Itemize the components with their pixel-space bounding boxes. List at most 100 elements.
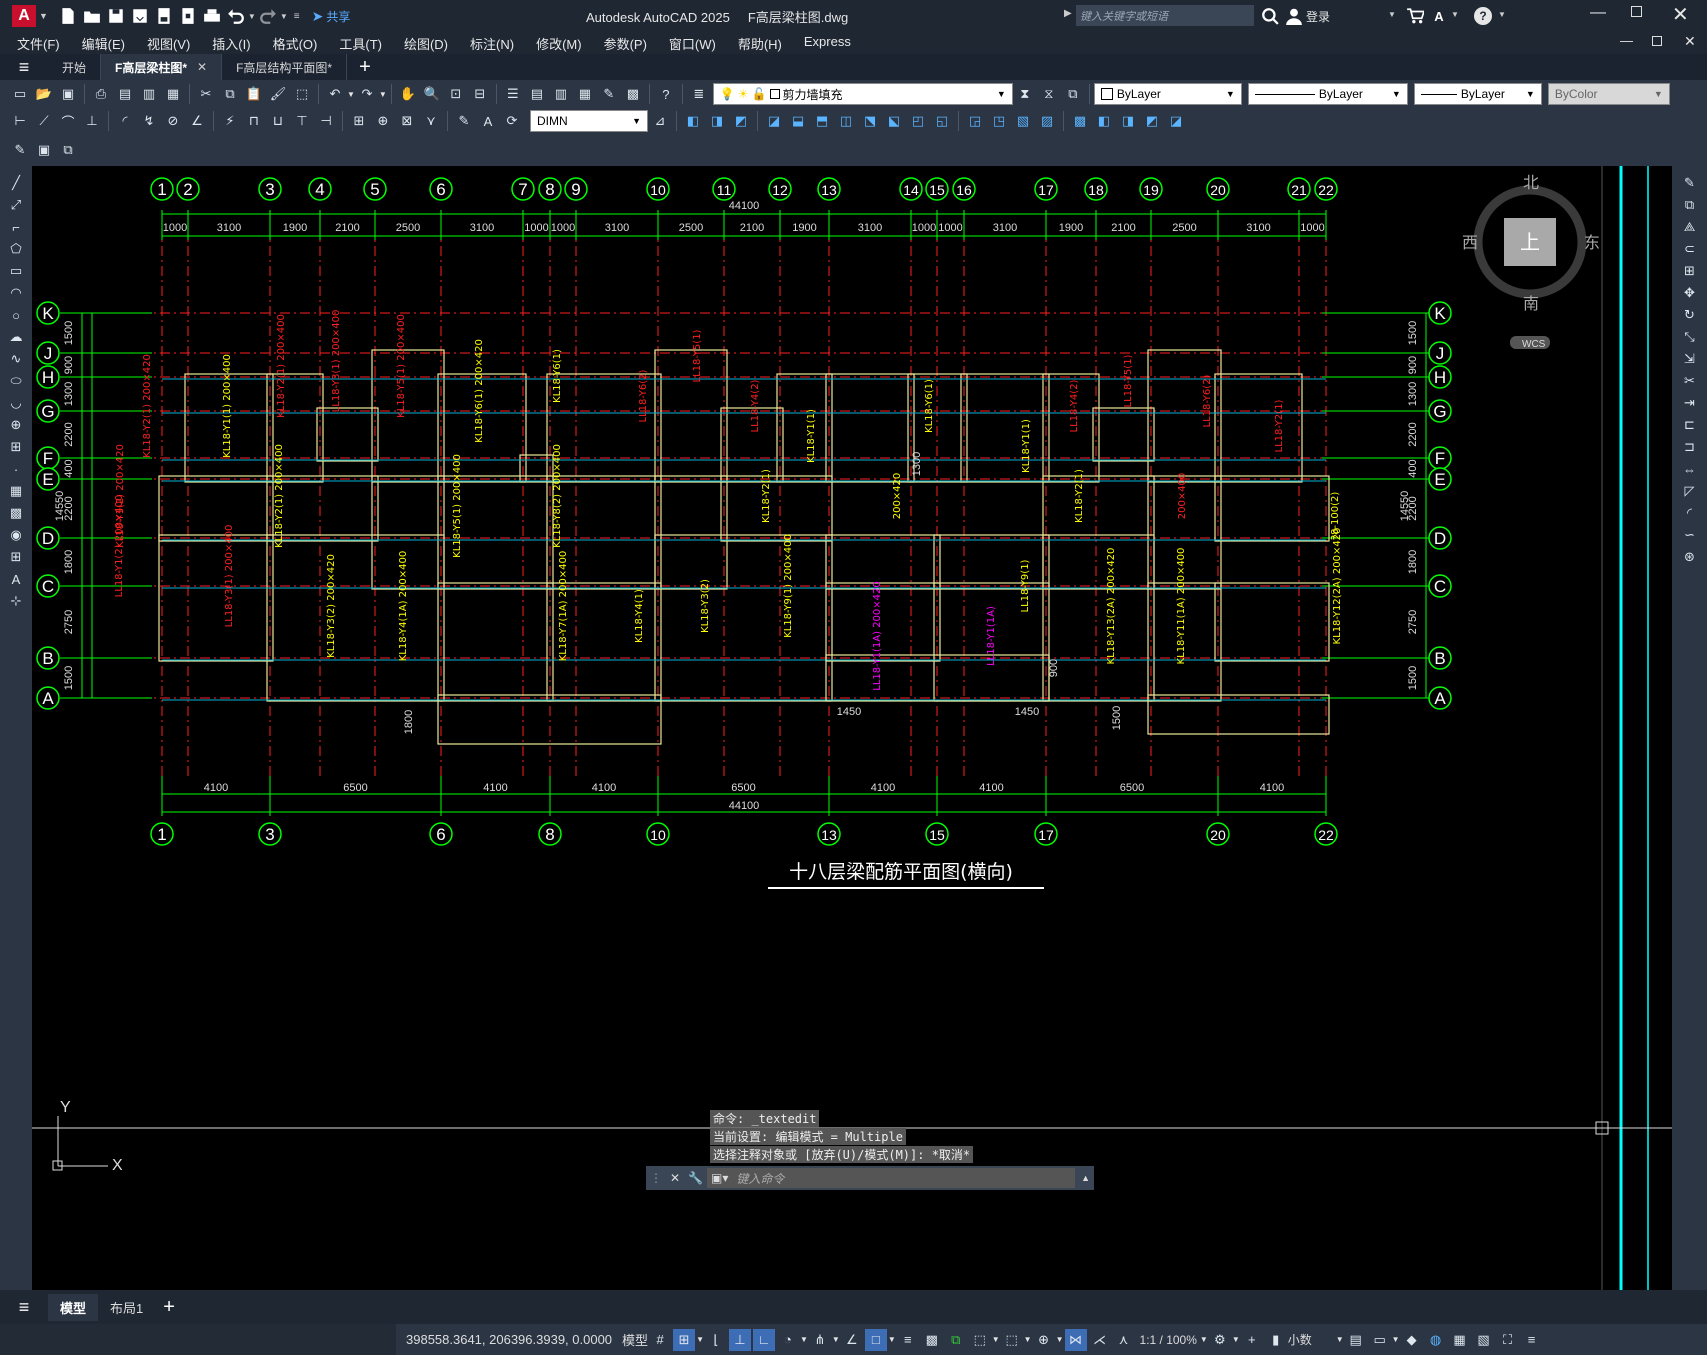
sheet-set-icon[interactable]: ▦ bbox=[574, 83, 596, 105]
cube-6-icon[interactable]: ⬒ bbox=[811, 110, 833, 132]
angular-dim-icon[interactable]: ∠ bbox=[186, 110, 208, 132]
qnew-icon[interactable]: ▭ bbox=[9, 83, 31, 105]
clean-screen-icon[interactable]: ▦ bbox=[1449, 1329, 1471, 1351]
annotation-visibility-icon[interactable]: ⋈ bbox=[1064, 1328, 1087, 1351]
snap-icon[interactable]: ⊞ bbox=[673, 1328, 696, 1351]
autodesk-app-icon[interactable]: A bbox=[1428, 5, 1450, 27]
open-folder-icon[interactable] bbox=[81, 5, 103, 27]
radius-dim-icon[interactable]: ◜ bbox=[114, 110, 136, 132]
redo-icon[interactable] bbox=[257, 5, 279, 27]
help-dropdown-icon[interactable]: ▼ bbox=[1498, 10, 1506, 19]
polar-icon[interactable]: ◔ bbox=[777, 1329, 799, 1351]
selection-cycling-icon[interactable]: ⧉ bbox=[945, 1329, 967, 1351]
isodraft-icon[interactable]: ⋔ bbox=[809, 1329, 831, 1351]
region-icon[interactable]: ◉ bbox=[5, 524, 27, 546]
continue-dim-icon[interactable]: ⊔ bbox=[267, 110, 289, 132]
tab-start[interactable]: 开始 bbox=[48, 54, 102, 80]
save-web-icon[interactable] bbox=[177, 5, 199, 27]
trim-icon[interactable]: ✂ bbox=[1679, 370, 1701, 392]
cube-3-icon[interactable]: ◩ bbox=[730, 110, 752, 132]
dynamic-ucs-icon[interactable]: ⬚ bbox=[1001, 1329, 1023, 1351]
diameter-dim-icon[interactable]: ⊘ bbox=[162, 110, 184, 132]
toolbar-redo-icon[interactable]: ↷ bbox=[356, 83, 378, 105]
break-icon[interactable]: ⊐ bbox=[1679, 436, 1701, 458]
cube-7-icon[interactable]: ◫ bbox=[835, 110, 857, 132]
zoom-window-icon[interactable]: ⊡ bbox=[445, 83, 467, 105]
doc-minimize-icon[interactable]: — bbox=[1620, 33, 1633, 48]
save-block-icon[interactable]: ▣ bbox=[33, 139, 55, 161]
gizmo-icon[interactable]: ⊕ bbox=[1033, 1329, 1055, 1351]
menu-insert[interactable]: 插入(I) bbox=[201, 34, 261, 53]
isodraft-dropdown-icon[interactable]: ▼ bbox=[832, 1335, 840, 1344]
wcs-label[interactable]: WCS bbox=[1522, 339, 1546, 350]
status-menu-icon[interactable]: ≡ bbox=[1521, 1329, 1543, 1351]
blend-icon[interactable]: ∽ bbox=[1679, 524, 1701, 546]
menu-view[interactable]: 视图(V) bbox=[136, 34, 201, 53]
annotation-scale-value[interactable]: 1:1 / 100% bbox=[1140, 1333, 1197, 1347]
tab-layout1[interactable]: 布局1 bbox=[98, 1294, 155, 1321]
menu-tools[interactable]: 工具(T) bbox=[328, 34, 393, 53]
tool-palettes-icon[interactable]: ▥ bbox=[550, 83, 572, 105]
lineweight-dropdown[interactable]: ByLayer ▼ bbox=[1413, 83, 1542, 105]
user-icon[interactable] bbox=[1283, 5, 1305, 27]
save-icon[interactable] bbox=[105, 5, 127, 27]
tab-structural-plan[interactable]: F高层结构平面图* bbox=[222, 54, 348, 80]
polygon-icon[interactable]: ⬠ bbox=[5, 238, 27, 260]
auto-scale-icon[interactable]: ⋌ bbox=[1089, 1329, 1111, 1351]
fullscreen-icon[interactable]: ⛶ bbox=[1497, 1329, 1519, 1351]
linear-dim-icon[interactable]: ⊢ bbox=[9, 110, 31, 132]
help-icon[interactable]: ? bbox=[1474, 7, 1492, 25]
3d-osnap-dropdown-icon[interactable]: ▼ bbox=[992, 1335, 1000, 1344]
dynamic-input-icon[interactable]: ⊥ bbox=[728, 1328, 751, 1351]
cube-11-icon[interactable]: ◱ bbox=[931, 110, 953, 132]
ellipse-icon[interactable]: ⬭ bbox=[5, 370, 27, 392]
edit-text-icon[interactable]: ✎ bbox=[9, 139, 31, 161]
block-editor-icon[interactable]: ⬚ bbox=[291, 83, 313, 105]
cad-drawing[interactable]: KL18-Y2(1) 200×420 KL18-Y1(1) 200×400 KL18… bbox=[32, 166, 1672, 1290]
zoom-realtime-icon[interactable]: 🔍 bbox=[421, 83, 443, 105]
polyline-icon[interactable]: ⌐ bbox=[5, 216, 27, 238]
dim-break-icon[interactable]: ⊣ bbox=[315, 110, 337, 132]
design-center-icon[interactable]: ▤ bbox=[526, 83, 548, 105]
viewcube[interactable]: 上 北 南 西 东 WCS bbox=[1462, 174, 1600, 350]
plotstyle-dropdown[interactable]: ByColor ▼ bbox=[1547, 83, 1670, 105]
search-input[interactable]: 键入关键字或短语 bbox=[1076, 5, 1254, 26]
toolbar-undo-icon[interactable]: ↶ bbox=[324, 83, 346, 105]
dim-space-icon[interactable]: ⊤ bbox=[291, 110, 313, 132]
units-dropdown-icon[interactable]: ▼ bbox=[1336, 1335, 1344, 1344]
cube-16-icon[interactable]: ▩ bbox=[1069, 110, 1091, 132]
paste-icon[interactable]: 📋 bbox=[243, 83, 265, 105]
dim-update-icon[interactable]: ⟳ bbox=[501, 110, 523, 132]
table-icon[interactable]: ⊞ bbox=[5, 546, 27, 568]
menu-help[interactable]: 帮助(H) bbox=[727, 34, 793, 53]
new-file-icon[interactable] bbox=[57, 5, 79, 27]
move-icon[interactable]: ✥ bbox=[1679, 282, 1701, 304]
layer-dropdown[interactable]: 💡 ☀ 🔓 剪力墙填充 ▼ bbox=[712, 83, 1013, 105]
login-button[interactable]: 登录 bbox=[1306, 8, 1330, 25]
construction-line-icon[interactable]: ⤢ bbox=[5, 194, 27, 216]
arc-length-icon[interactable]: ⌒ bbox=[57, 110, 79, 132]
viewcube-south[interactable]: 南 bbox=[1523, 295, 1539, 313]
mtext-icon[interactable]: A bbox=[5, 568, 27, 590]
layer-previous-icon[interactable]: ⧖ bbox=[1038, 83, 1060, 105]
menu-express[interactable]: Express bbox=[793, 34, 862, 53]
match-properties-icon[interactable]: 🖌 bbox=[267, 83, 289, 105]
cube-4-icon[interactable]: ◪ bbox=[763, 110, 785, 132]
ordinate-dim-icon[interactable]: ⊥ bbox=[81, 110, 103, 132]
undo-icon[interactable] bbox=[225, 5, 247, 27]
model-space-button[interactable]: 模型 bbox=[622, 1330, 648, 1349]
cube-1-icon[interactable]: ◧ bbox=[682, 110, 704, 132]
insert-block-icon[interactable]: ⊕ bbox=[5, 414, 27, 436]
make-current-layer-icon[interactable]: ⧗ bbox=[1014, 83, 1036, 105]
dimstyle-dropdown[interactable]: DIMN ▼ bbox=[530, 110, 648, 132]
menu-parametric[interactable]: 参数(P) bbox=[593, 34, 658, 53]
extend-icon[interactable]: ⇥ bbox=[1679, 392, 1701, 414]
copy-icon[interactable]: ⧉ bbox=[219, 83, 241, 105]
undo-arrow-icon[interactable]: ▼ bbox=[347, 90, 355, 99]
chevron-down-icon[interactable]: ▼ bbox=[39, 11, 48, 21]
cube-2-icon[interactable]: ◨ bbox=[706, 110, 728, 132]
ucs-dropdown-icon[interactable]: ▼ bbox=[1024, 1335, 1032, 1344]
cube-15-icon[interactable]: ▨ bbox=[1036, 110, 1058, 132]
gradient-icon[interactable]: ▩ bbox=[5, 502, 27, 524]
cube-5-icon[interactable]: ⬓ bbox=[787, 110, 809, 132]
